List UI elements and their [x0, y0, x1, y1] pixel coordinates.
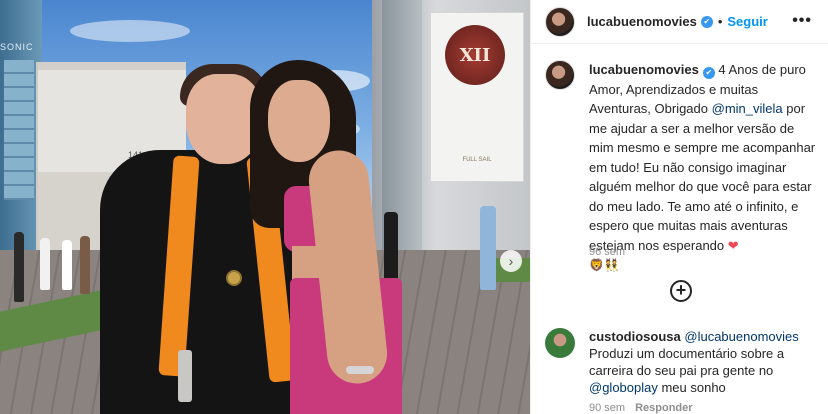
tassel	[178, 350, 192, 402]
comment-body-2: meu sonho	[657, 380, 726, 395]
banner: XII FULL SAIL	[430, 12, 524, 182]
caption-username[interactable]: lucabuenomovies	[589, 62, 699, 77]
banner-logo: XII	[445, 25, 505, 85]
comment-mention[interactable]: @lucabuenomovies	[684, 329, 798, 344]
commenter-username[interactable]: custodiosousa	[589, 329, 681, 344]
author-username[interactable]: lucabuenomovies	[587, 14, 697, 29]
bracelet	[346, 366, 374, 374]
comment-mention-2[interactable]: @globoplay	[589, 380, 658, 395]
comment: custodiosousa @lucabuenomovies Produzi u…	[545, 328, 821, 396]
follow-button[interactable]: Seguir	[727, 14, 767, 29]
comment-text: custodiosousa @lucabuenomovies Produzi u…	[589, 328, 821, 396]
caption-text: lucabuenomovies ✔ 4 Anos de puro Amor, Ap…	[589, 60, 821, 276]
post-side-panel: lucabuenomovies ✔ • Seguir ••• lucabueno…	[530, 0, 828, 414]
comment-time: 90 sem	[589, 402, 626, 414]
post-caption: lucabuenomovies ✔ 4 Anos de puro Amor, Ap…	[545, 60, 821, 276]
heart-emoji: ❤	[727, 237, 739, 253]
caption-avatar[interactable]	[545, 60, 575, 90]
post-time: 96 sem	[589, 246, 626, 258]
caption-emojis: 🦁👯	[589, 258, 619, 272]
caption-mention[interactable]: @min_vilela	[712, 101, 783, 116]
verified-badge-icon: ✔	[702, 67, 715, 79]
verified-badge-icon: ✔	[700, 15, 713, 28]
building-sign: SONIC	[0, 42, 34, 52]
commenter-avatar[interactable]	[545, 328, 575, 358]
comment-body-1: Produzi um documentário sobre a carreira…	[589, 346, 785, 378]
add-circle-icon[interactable]: +	[670, 280, 692, 302]
carousel-next-icon[interactable]: ›	[500, 250, 522, 272]
author-avatar[interactable]	[545, 6, 575, 37]
caption-body-2: por me ajudar a ser a melhor versão de m…	[589, 101, 816, 253]
reply-button[interactable]: Responder	[635, 402, 692, 414]
medal	[226, 270, 242, 286]
post-header: lucabuenomovies ✔ • Seguir •••	[531, 0, 828, 44]
separator-dot: •	[717, 14, 723, 29]
post-photo[interactable]: SONIC 141 XII FULL SAIL ›	[0, 0, 530, 414]
banner-subtitle: FULL SAIL	[462, 157, 492, 163]
woman-face	[268, 80, 330, 162]
comment-meta: 90 sem Responder	[589, 402, 693, 414]
more-options-icon[interactable]: •••	[792, 12, 812, 30]
